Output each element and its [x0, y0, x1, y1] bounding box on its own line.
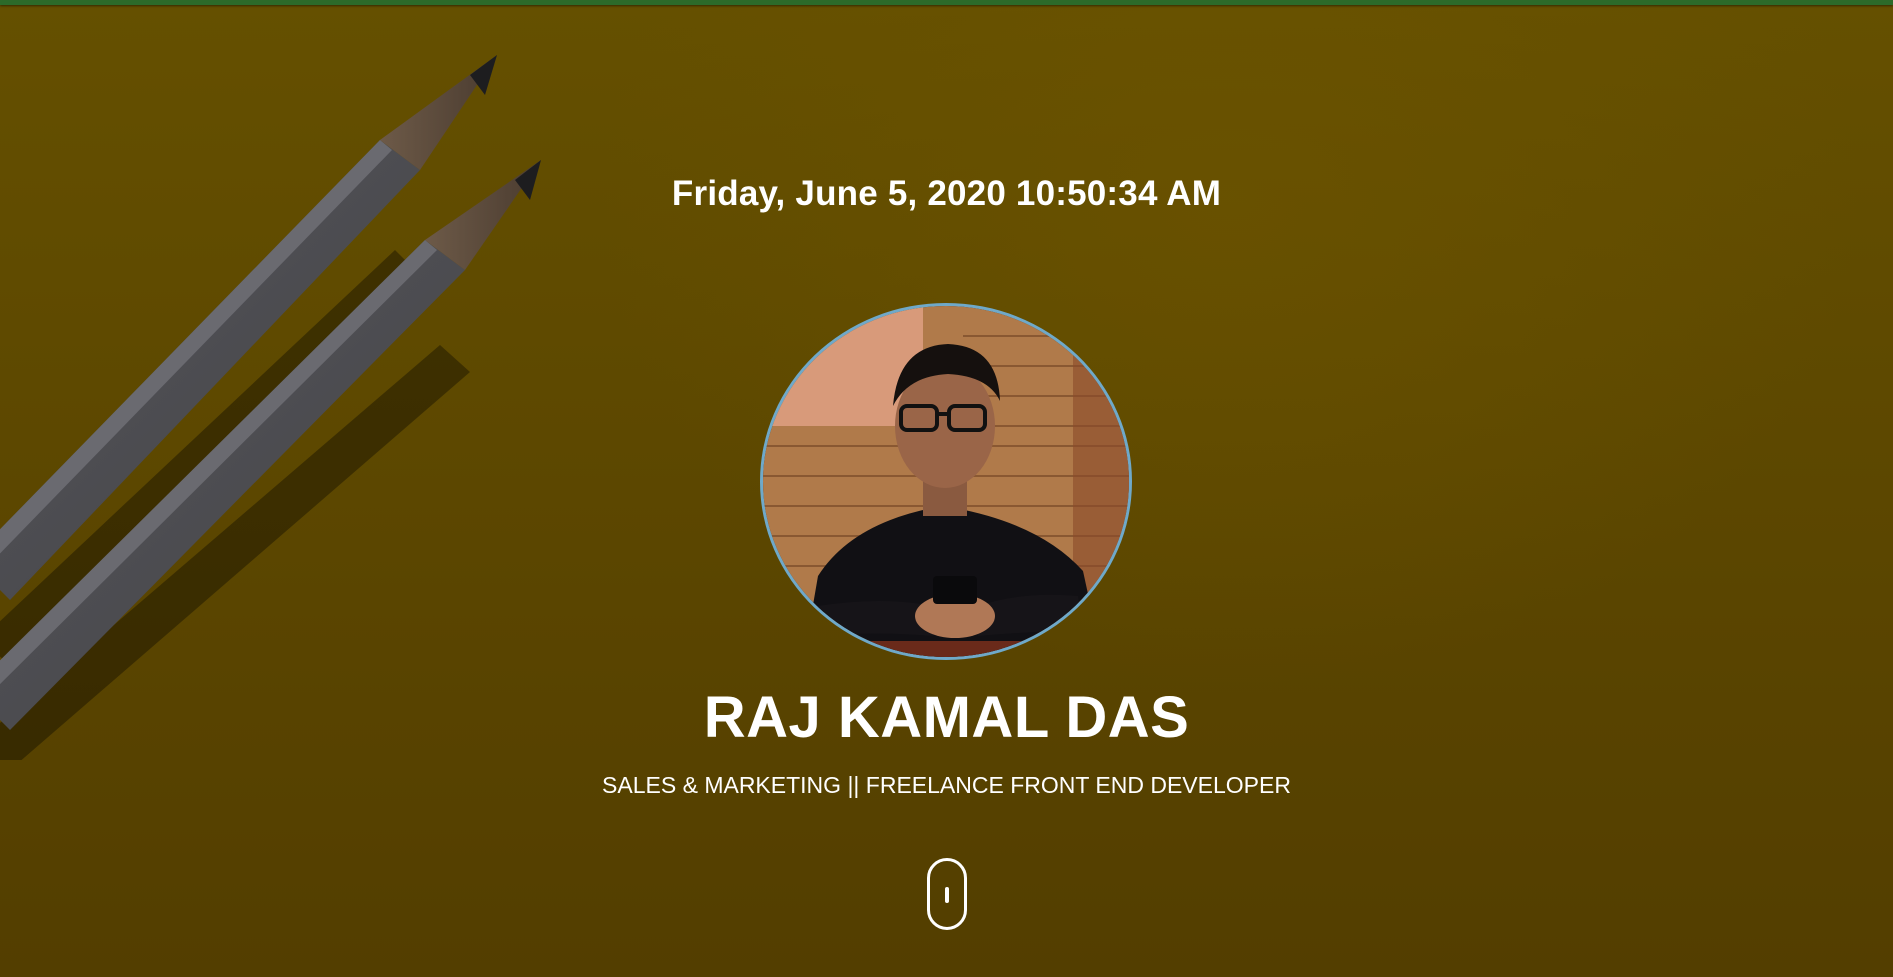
- profile-photo: [763, 306, 1129, 657]
- profile-avatar: [760, 303, 1132, 660]
- profile-tagline: SALES & MARKETING || FREELANCE FRONT END…: [602, 772, 1291, 798]
- scroll-wheel-indicator: [945, 887, 949, 903]
- profile-name: RAJ KAMAL DAS: [703, 685, 1190, 750]
- mouse-scroll-icon[interactable]: [927, 858, 967, 930]
- pencils-illustration: [0, 55, 541, 760]
- hero-section: Friday, June 5, 2020 10:50:34 AM RAJ KAM…: [0, 0, 1893, 977]
- current-datetime: Friday, June 5, 2020 10:50:34 AM: [671, 174, 1222, 213]
